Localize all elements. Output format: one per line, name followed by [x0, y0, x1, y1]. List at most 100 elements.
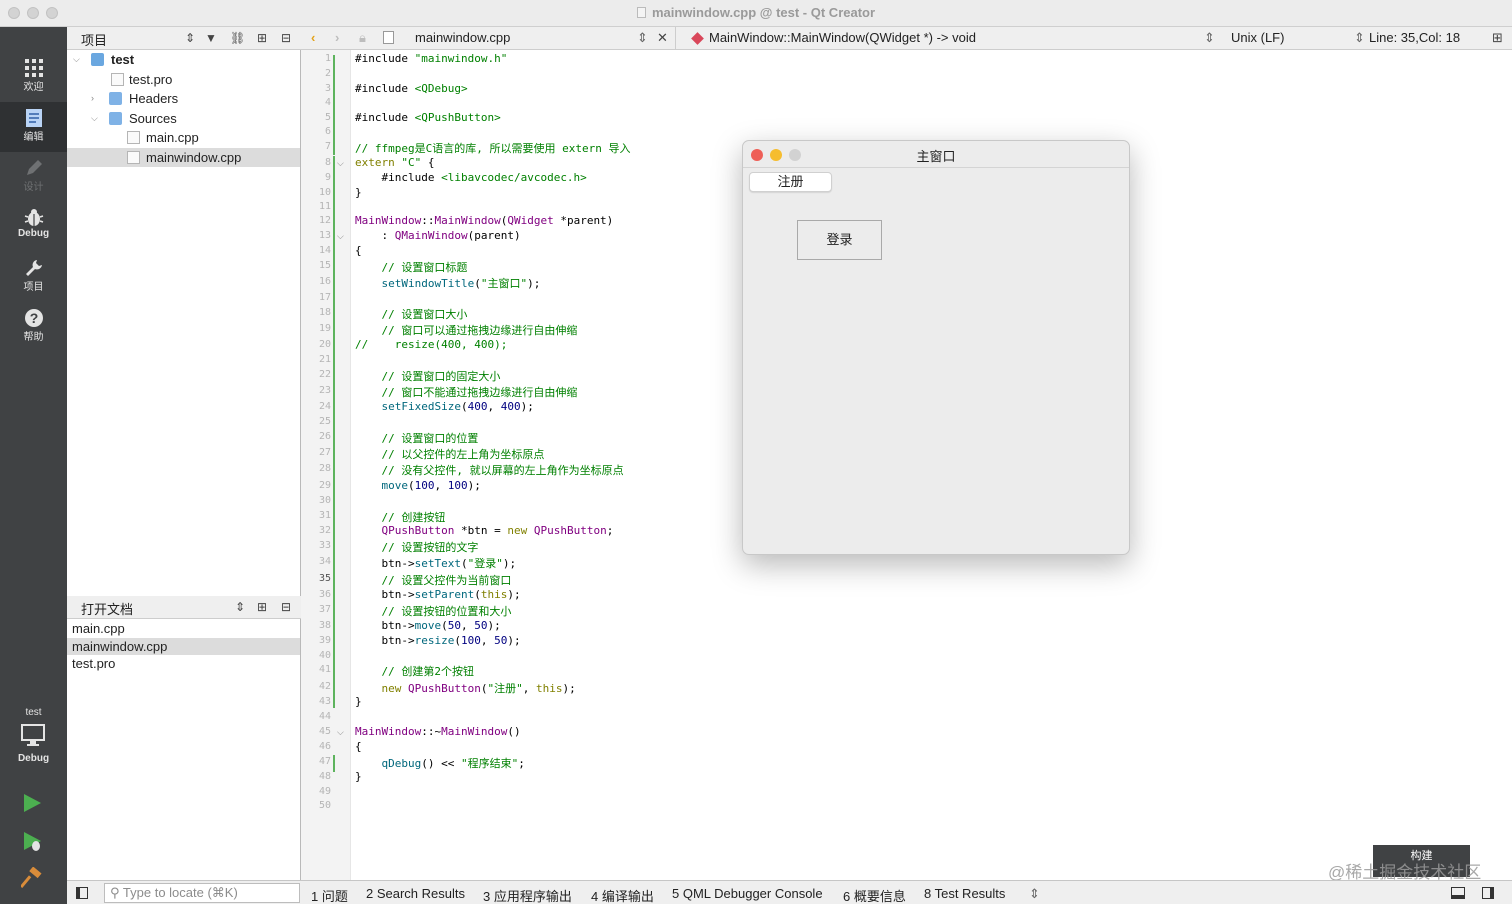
- code-line[interactable]: MainWindow::~MainWindow(): [355, 725, 521, 738]
- code-line[interactable]: qDebug() << "程序结束";: [355, 755, 525, 771]
- code-line[interactable]: btn->move(50, 50);: [355, 619, 500, 632]
- code-line[interactable]: // 设置窗口标题: [355, 259, 467, 275]
- split-editor-icon[interactable]: ⊞: [1492, 30, 1503, 46]
- code-line[interactable]: setFixedSize(400, 400);: [355, 400, 534, 413]
- code-line[interactable]: new QPushButton("注册", this);: [355, 680, 576, 696]
- symbol-selector[interactable]: MainWindow::MainWindow(QWidget *) -> voi…: [709, 30, 976, 45]
- tree-item-main-cpp[interactable]: main.cpp: [67, 128, 300, 148]
- code-line[interactable]: // 设置窗口大小: [355, 306, 467, 322]
- code-line[interactable]: #include <QDebug>: [355, 82, 468, 95]
- code-line[interactable]: // 窗口不能通过拖拽边缘进行自由伸缩: [355, 384, 577, 400]
- fold-chevron-icon[interactable]: ⌵: [337, 158, 344, 169]
- code-line[interactable]: : QMainWindow(parent): [355, 229, 520, 242]
- tree-item-mainwindow-cpp[interactable]: mainwindow.cpp: [67, 147, 300, 167]
- chevron-down-icon[interactable]: ⌵: [73, 50, 80, 69]
- tab-compile-output[interactable]: 4 编译输出: [591, 886, 654, 904]
- close-file-icon[interactable]: ✕: [657, 30, 668, 46]
- link-icon[interactable]: ⛓: [230, 31, 245, 45]
- mode-help[interactable]: ? 帮助: [0, 302, 67, 352]
- line-ending-dropdown-icon[interactable]: ⇕: [1354, 30, 1365, 46]
- tab-issues[interactable]: 1 问题: [311, 886, 348, 904]
- line-ending-selector[interactable]: Unix (LF): [1231, 30, 1284, 45]
- mode-design[interactable]: 设计: [0, 152, 67, 202]
- split-icon[interactable]: ⊞: [257, 600, 267, 614]
- view-select-icon[interactable]: ⇕: [235, 600, 245, 614]
- close-pane-icon[interactable]: ⊟: [281, 31, 291, 45]
- debug-run-button[interactable]: [21, 830, 43, 855]
- back-arrow-icon[interactable]: ‹: [311, 30, 315, 45]
- code-line[interactable]: // ffmpeg是C语言的库, 所以需要使用 extern 导入: [355, 140, 630, 156]
- filter-icon[interactable]: ▼: [205, 31, 217, 45]
- code-line[interactable]: // 设置按钮的文字: [355, 539, 478, 555]
- code-line[interactable]: }: [355, 186, 362, 199]
- code-line[interactable]: #include <QPushButton>: [355, 111, 501, 124]
- fold-chevron-icon[interactable]: ⌵: [337, 231, 344, 242]
- tree-item-test[interactable]: ⌵ test: [67, 50, 300, 70]
- register-button[interactable]: 注册: [749, 172, 832, 192]
- toggle-output-icon[interactable]: [1451, 887, 1465, 899]
- code-line[interactable]: {: [355, 244, 362, 257]
- toggle-sidebar-icon[interactable]: [76, 887, 88, 899]
- tab-test-results[interactable]: 8 Test Results: [924, 886, 1005, 901]
- code-line[interactable]: }: [355, 770, 362, 783]
- code-line[interactable]: #include "mainwindow.h": [355, 52, 507, 65]
- code-line[interactable]: setWindowTitle("主窗口");: [355, 275, 541, 291]
- kit-selector[interactable]: test Debug: [0, 707, 67, 764]
- close-pane-icon[interactable]: ⊟: [281, 600, 291, 614]
- split-icon[interactable]: ⊞: [257, 31, 267, 45]
- grid-icon: [0, 52, 67, 78]
- code-line[interactable]: btn->setParent(this);: [355, 588, 520, 601]
- mode-projects[interactable]: 项目: [0, 252, 67, 302]
- code-line[interactable]: btn->setText("登录");: [355, 555, 516, 571]
- code-line[interactable]: MainWindow::MainWindow(QWidget *parent): [355, 214, 613, 227]
- open-document-item[interactable]: mainwindow.cpp: [67, 637, 300, 655]
- toggle-right-sidebar-icon[interactable]: [1482, 887, 1494, 899]
- code-line[interactable]: QPushButton *btn = new QPushButton;: [355, 524, 614, 537]
- fold-chevron-icon[interactable]: ⌵: [337, 727, 344, 738]
- code-line[interactable]: // 创建按钮: [355, 509, 445, 525]
- cursor-position[interactable]: Line: 35,Col: 18: [1369, 30, 1460, 45]
- tab-search-results[interactable]: 2 Search Results: [366, 886, 465, 901]
- code-line[interactable]: // 创建第2个按钮: [355, 663, 474, 679]
- tree-item-sources[interactable]: ⌵ Sources: [67, 109, 300, 129]
- login-button[interactable]: 登录: [797, 220, 882, 260]
- lock-icon[interactable]: 🔒︎: [359, 30, 366, 46]
- view-select-icon[interactable]: ⇕: [185, 31, 195, 45]
- chevron-down-icon[interactable]: ⌵: [91, 109, 98, 128]
- code-line[interactable]: // resize(400, 400);: [355, 338, 507, 351]
- mode-welcome[interactable]: 欢迎: [0, 52, 67, 102]
- tab-general-messages[interactable]: 6 概要信息: [843, 886, 906, 904]
- code-line[interactable]: // 设置窗口的位置: [355, 430, 478, 446]
- current-file-selector[interactable]: mainwindow.cpp: [415, 30, 510, 45]
- code-line[interactable]: }: [355, 695, 362, 708]
- code-line[interactable]: move(100, 100);: [355, 479, 481, 492]
- code-line[interactable]: #include <libavcodec/avcodec.h>: [355, 171, 586, 184]
- chevron-right-icon[interactable]: ›: [91, 89, 94, 108]
- run-button[interactable]: [21, 792, 43, 817]
- forward-arrow-icon[interactable]: ›: [335, 30, 339, 45]
- code-line[interactable]: // 以父控件的左上角为坐标原点: [355, 446, 544, 462]
- code-line[interactable]: extern "C" {: [355, 156, 435, 169]
- code-line[interactable]: // 窗口可以通过拖拽边缘进行自由伸缩: [355, 322, 577, 338]
- symbol-dropdown-icon[interactable]: ⇕: [1204, 30, 1215, 46]
- tree-item-headers[interactable]: › Headers: [67, 89, 300, 109]
- tab-application-output[interactable]: 3 应用程序输出: [483, 886, 572, 904]
- file-dropdown-icon[interactable]: ⇕: [637, 30, 648, 46]
- locator-input[interactable]: ⚲ Type to locate (⌘K): [104, 883, 300, 903]
- code-line[interactable]: // 设置父控件为当前窗口: [355, 572, 511, 588]
- tree-item-test-pro[interactable]: test.pro: [67, 70, 300, 90]
- code-editor[interactable]: #include "mainwindow.h" #include <QDebug>…: [355, 50, 735, 880]
- tab-qml-debugger-console[interactable]: 5 QML Debugger Console: [672, 886, 823, 901]
- open-document-item[interactable]: main.cpp: [67, 620, 300, 638]
- more-tabs-icon[interactable]: ⇕: [1029, 886, 1040, 902]
- open-document-item[interactable]: test.pro: [67, 655, 300, 673]
- code-line[interactable]: btn->resize(100, 50);: [355, 634, 520, 647]
- build-button[interactable]: [19, 866, 43, 892]
- line-number: 24: [318, 401, 331, 412]
- code-line[interactable]: // 设置窗口的固定大小: [355, 368, 500, 384]
- code-line[interactable]: // 没有父控件, 就以屏幕的左上角作为坐标原点: [355, 462, 623, 478]
- code-line[interactable]: // 设置按钮的位置和大小: [355, 603, 511, 619]
- mode-edit[interactable]: 编辑: [0, 102, 67, 152]
- mode-debug[interactable]: Debug: [0, 202, 67, 252]
- code-line[interactable]: {: [355, 740, 362, 753]
